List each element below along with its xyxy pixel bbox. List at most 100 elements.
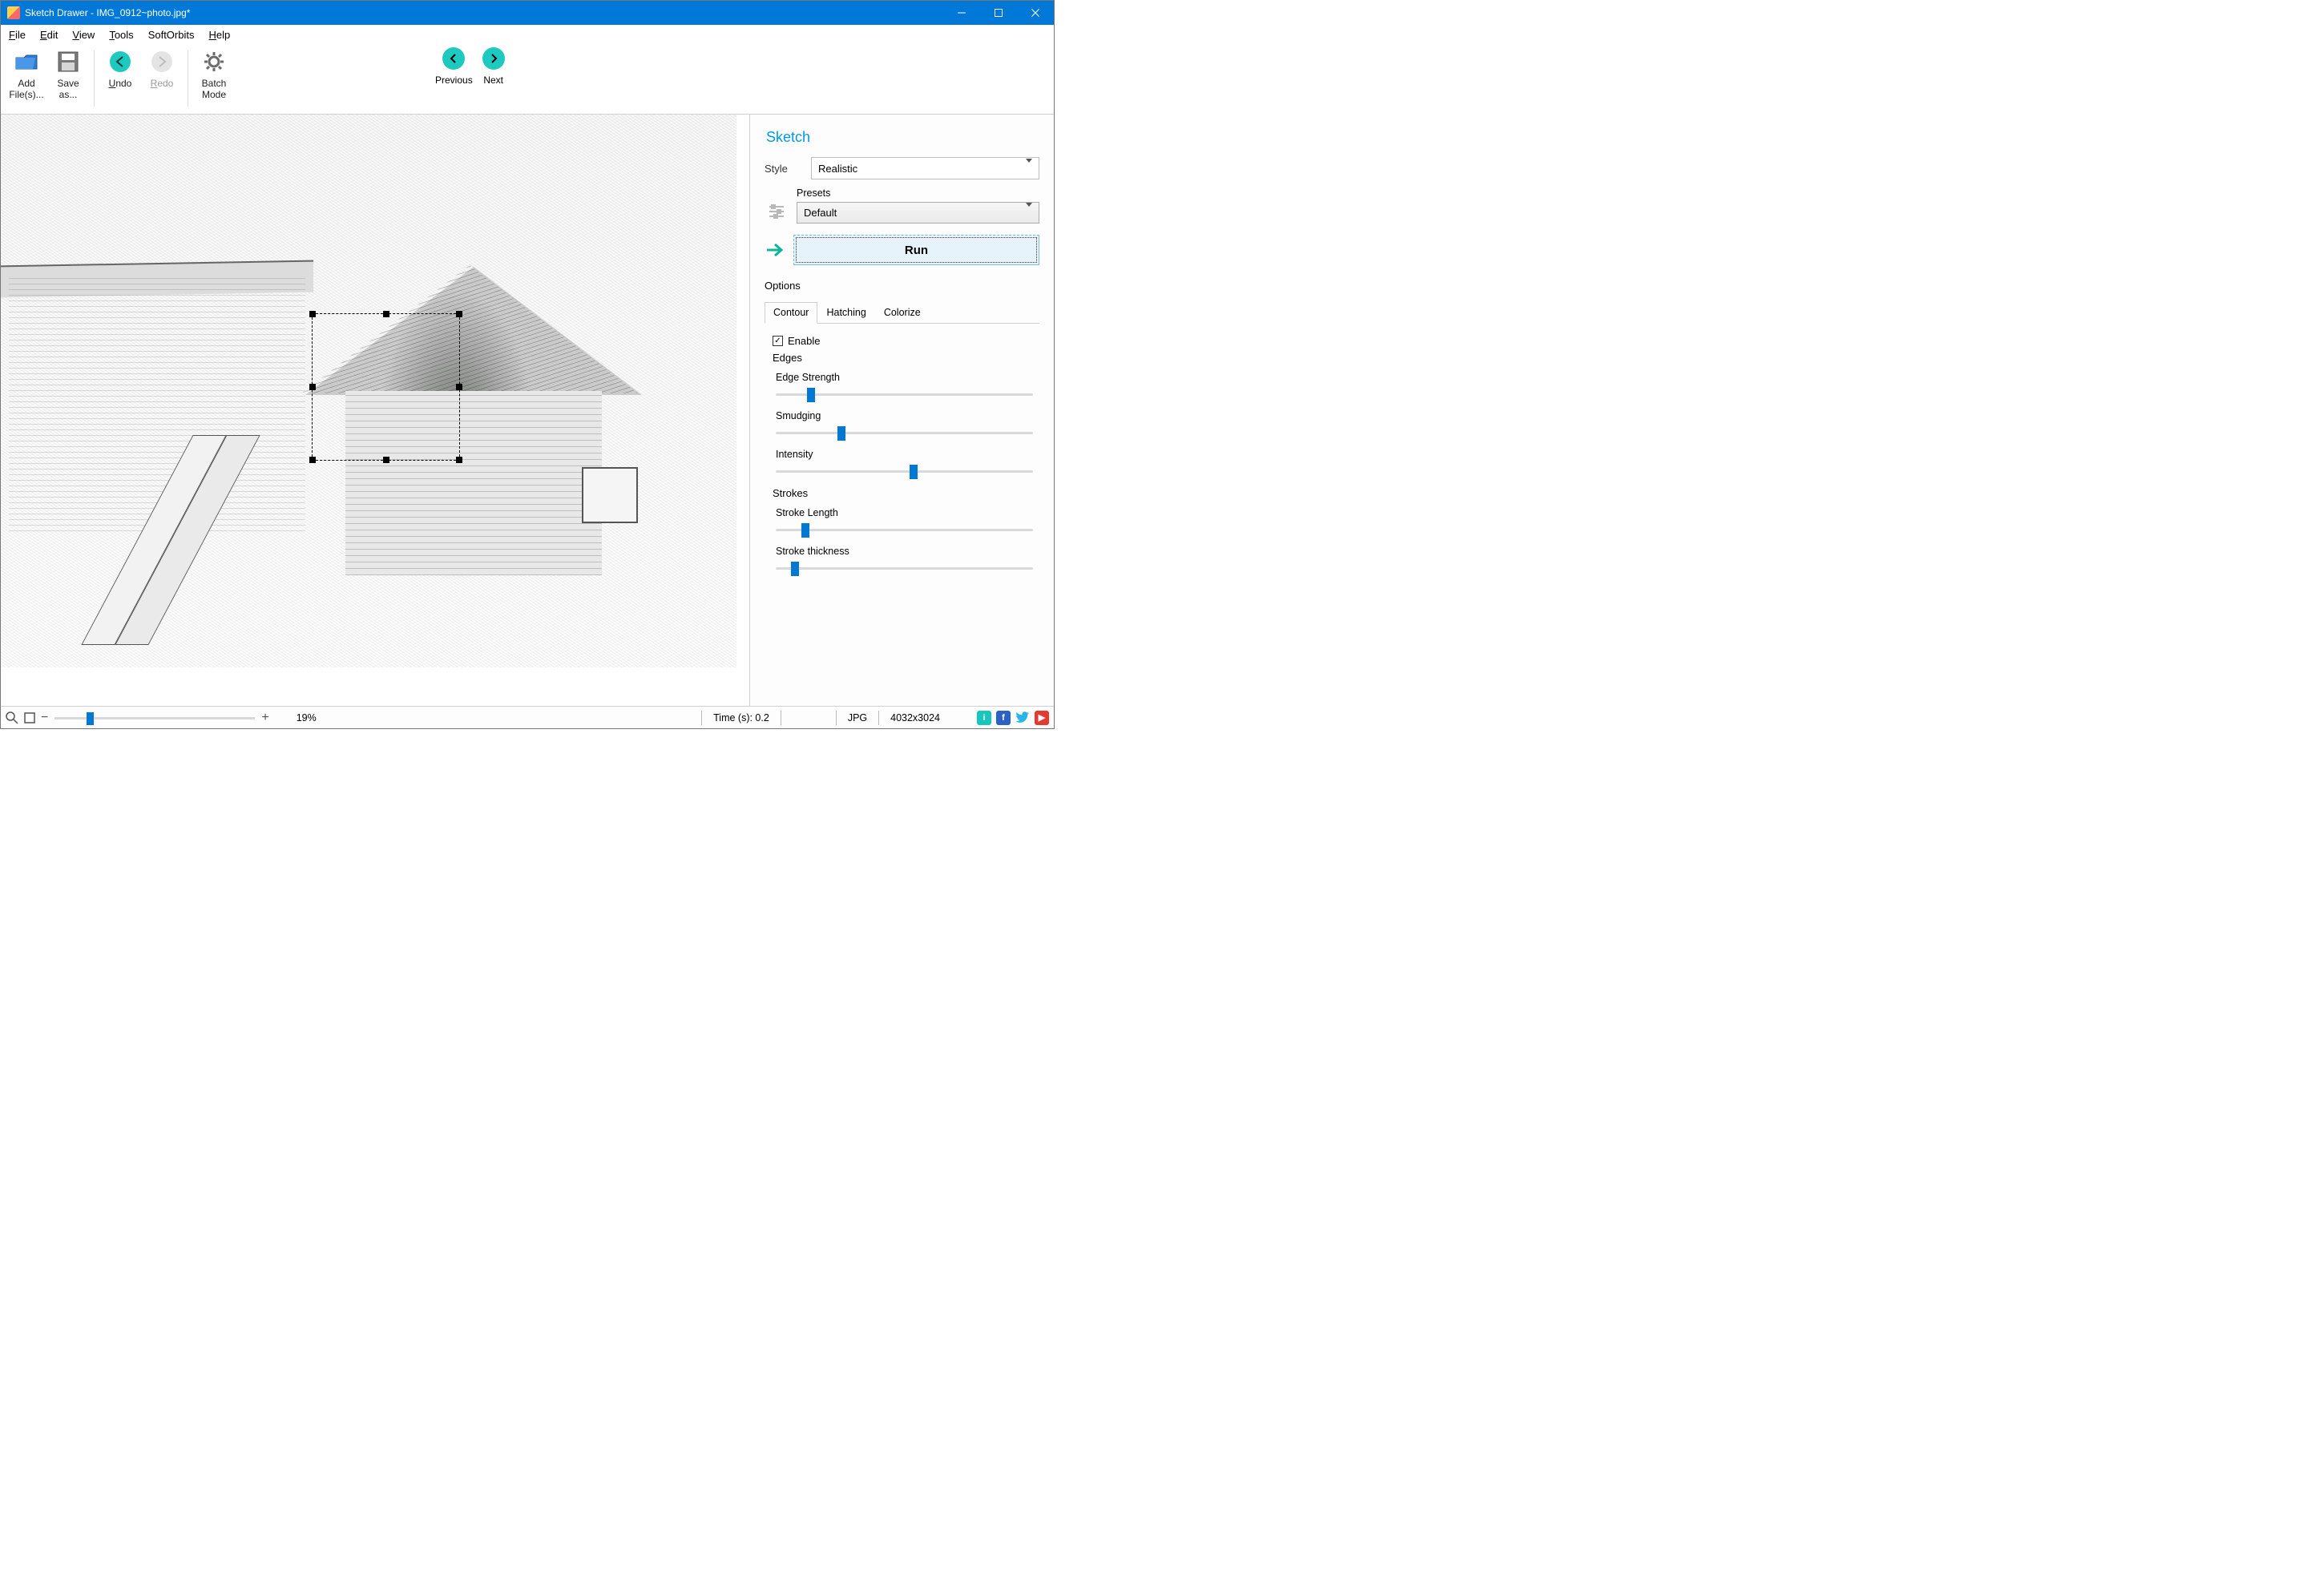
close-button[interactable] bbox=[1017, 1, 1054, 25]
redo-label: Redo bbox=[151, 78, 174, 89]
selection-handle[interactable] bbox=[383, 311, 389, 317]
tab-contour[interactable]: Contour bbox=[765, 302, 817, 324]
zoom-in-button[interactable]: + bbox=[261, 711, 268, 725]
image-format: JPG bbox=[848, 712, 867, 723]
run-button[interactable]: Run bbox=[793, 235, 1039, 265]
strokes-label: Strokes bbox=[773, 487, 1036, 499]
canvas-area bbox=[1, 115, 749, 706]
selection-handle[interactable] bbox=[456, 457, 462, 463]
info-icon[interactable]: i bbox=[977, 711, 991, 725]
smudging-label: Smudging bbox=[776, 410, 1036, 421]
zoom-slider[interactable] bbox=[54, 710, 255, 726]
youtube-icon[interactable]: ▶ bbox=[1035, 711, 1049, 725]
batch-mode-label: Batch Mode bbox=[193, 78, 235, 100]
previous-label: Previous bbox=[435, 75, 473, 86]
toolbar: Add File(s)... Save as... Undo R bbox=[1, 44, 1054, 115]
add-files-label: Add File(s)... bbox=[6, 78, 47, 100]
save-as-label: Save as... bbox=[47, 78, 89, 100]
selection-handle[interactable] bbox=[383, 457, 389, 463]
style-select[interactable]: Realistic bbox=[811, 157, 1039, 179]
statusbar: − + 19% Time (s): 0.2 JPG 4032x3024 i f … bbox=[1, 706, 1054, 728]
maximize-button[interactable] bbox=[980, 1, 1017, 25]
selection-handle[interactable] bbox=[456, 311, 462, 317]
process-time: Time (s): 0.2 bbox=[713, 712, 769, 723]
panel-title: Sketch bbox=[766, 129, 1039, 146]
floppy-icon bbox=[55, 49, 81, 75]
options-label: Options bbox=[765, 280, 1039, 292]
add-files-button[interactable]: Add File(s)... bbox=[6, 47, 47, 100]
presets-value: Default bbox=[804, 207, 837, 219]
main-area: Sketch Style Realistic Presets Default bbox=[1, 115, 1054, 706]
toolbar-separator bbox=[94, 50, 95, 107]
stroke-length-slider[interactable] bbox=[776, 522, 1033, 538]
sliders-icon bbox=[765, 187, 789, 220]
menubar: File Edit View Tools SoftOrbits Help bbox=[1, 25, 1054, 44]
run-label: Run bbox=[905, 244, 928, 257]
enable-checkbox[interactable]: ✓ Enable bbox=[773, 335, 1036, 347]
edge-strength-slider[interactable] bbox=[776, 386, 1033, 402]
smudging-slider[interactable] bbox=[776, 425, 1033, 441]
facebook-icon[interactable]: f bbox=[996, 711, 1011, 725]
stroke-length-label: Stroke Length bbox=[776, 507, 1036, 518]
sketch-window bbox=[582, 467, 638, 523]
run-arrow-icon bbox=[765, 242, 787, 258]
menu-file[interactable]: File bbox=[9, 29, 26, 41]
redo-button[interactable]: Redo bbox=[141, 47, 183, 89]
stroke-thickness-slider[interactable] bbox=[776, 560, 1033, 576]
zoom-percent: 19% bbox=[297, 712, 317, 723]
tab-contour-body: ✓ Enable Edges Edge Strength Smudging In… bbox=[765, 332, 1039, 576]
undo-icon bbox=[107, 49, 133, 75]
minimize-button[interactable] bbox=[943, 1, 980, 25]
style-value: Realistic bbox=[818, 163, 857, 175]
previous-button[interactable]: Previous bbox=[435, 47, 473, 86]
selection-marquee[interactable] bbox=[312, 313, 460, 461]
folder-open-icon bbox=[14, 49, 39, 75]
intensity-label: Intensity bbox=[776, 449, 1036, 460]
app-icon bbox=[7, 6, 20, 19]
zoom-magnifier-icon[interactable] bbox=[6, 711, 18, 724]
selection-handle[interactable] bbox=[309, 384, 316, 390]
undo-button[interactable]: Undo bbox=[99, 47, 141, 89]
next-icon bbox=[482, 47, 505, 70]
presets-label: Presets bbox=[797, 187, 1039, 199]
tab-colorize[interactable]: Colorize bbox=[875, 302, 930, 324]
redo-icon bbox=[149, 49, 175, 75]
social-icons: i f ▶ bbox=[977, 711, 1049, 725]
zoom-out-button[interactable]: − bbox=[41, 711, 48, 725]
batch-mode-button[interactable]: Batch Mode bbox=[193, 47, 235, 100]
undo-label: Undo bbox=[109, 78, 132, 89]
checkbox-icon: ✓ bbox=[773, 336, 783, 346]
sketch-slide bbox=[137, 435, 305, 647]
fit-screen-icon[interactable] bbox=[23, 711, 36, 724]
enable-label: Enable bbox=[788, 335, 820, 347]
options-tabs: Contour Hatching Colorize bbox=[765, 301, 1039, 324]
image-canvas[interactable] bbox=[1, 115, 736, 667]
menu-edit[interactable]: Edit bbox=[40, 29, 58, 41]
image-dimensions: 4032x3024 bbox=[890, 712, 940, 723]
save-as-button[interactable]: Save as... bbox=[47, 47, 89, 100]
menu-tools[interactable]: Tools bbox=[109, 29, 133, 41]
selection-handle[interactable] bbox=[309, 457, 316, 463]
intensity-slider[interactable] bbox=[776, 463, 1033, 479]
edges-label: Edges bbox=[773, 352, 1036, 364]
twitter-icon[interactable] bbox=[1015, 711, 1030, 725]
gear-icon bbox=[201, 49, 227, 75]
next-label: Next bbox=[483, 75, 503, 86]
selection-handle[interactable] bbox=[309, 311, 316, 317]
app-window: Sketch Drawer - IMG_0912~photo.jpg* File… bbox=[0, 0, 1055, 729]
edge-strength-label: Edge Strength bbox=[776, 372, 1036, 383]
next-button[interactable]: Next bbox=[482, 47, 505, 86]
titlebar: Sketch Drawer - IMG_0912~photo.jpg* bbox=[1, 1, 1054, 25]
previous-icon bbox=[442, 47, 465, 70]
properties-panel: Sketch Style Realistic Presets Default bbox=[749, 115, 1054, 706]
chevron-down-icon bbox=[1026, 163, 1032, 175]
stroke-thickness-label: Stroke thickness bbox=[776, 546, 1036, 557]
tab-hatching[interactable]: Hatching bbox=[817, 302, 874, 324]
style-label: Style bbox=[765, 163, 811, 175]
presets-select[interactable]: Default bbox=[797, 202, 1039, 224]
menu-help[interactable]: Help bbox=[208, 29, 230, 41]
menu-softorbits[interactable]: SoftOrbits bbox=[148, 29, 195, 41]
menu-view[interactable]: View bbox=[72, 29, 95, 41]
window-title: Sketch Drawer - IMG_0912~photo.jpg* bbox=[25, 7, 943, 18]
selection-handle[interactable] bbox=[456, 384, 462, 390]
